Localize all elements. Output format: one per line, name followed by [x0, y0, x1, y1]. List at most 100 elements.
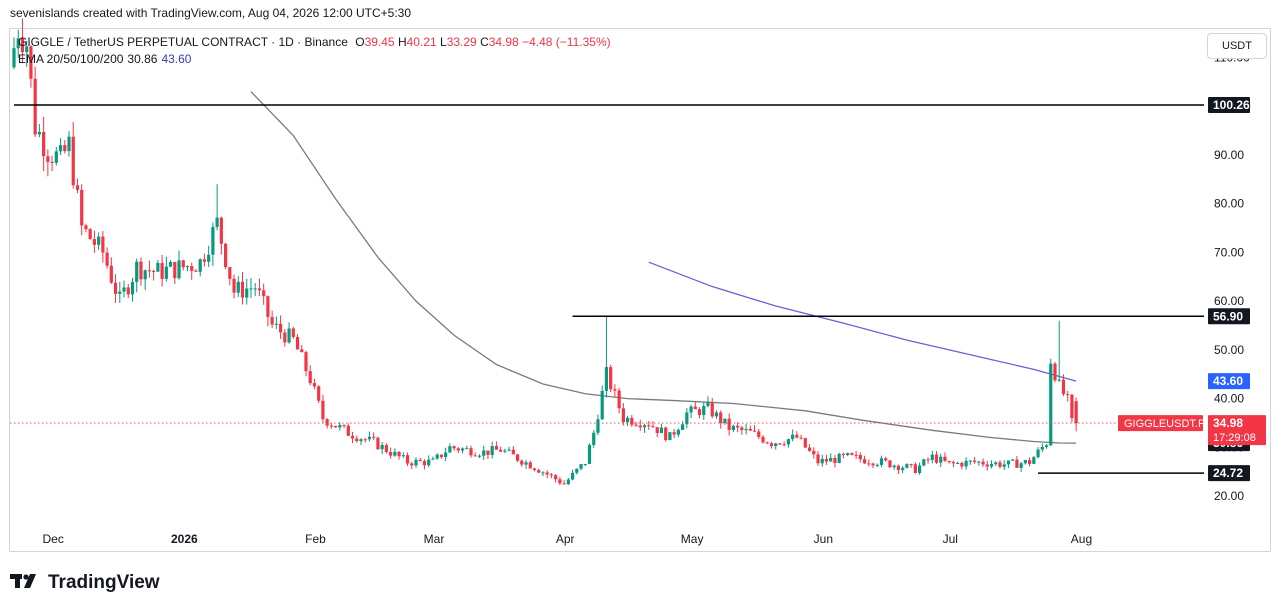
candle[interactable] — [951, 460, 956, 468]
candle[interactable] — [101, 231, 105, 263]
candle[interactable] — [964, 457, 968, 470]
candle[interactable] — [448, 443, 452, 453]
candle[interactable] — [503, 448, 507, 454]
candle[interactable] — [714, 410, 719, 419]
candle[interactable] — [1049, 358, 1053, 447]
candle[interactable] — [520, 459, 524, 467]
candle[interactable] — [249, 278, 253, 298]
candle[interactable] — [1027, 457, 1032, 467]
candle[interactable] — [782, 441, 786, 447]
candle[interactable] — [363, 438, 367, 443]
candle[interactable] — [156, 259, 160, 272]
candle[interactable] — [266, 295, 270, 327]
candle[interactable] — [841, 452, 846, 459]
candle[interactable] — [202, 253, 207, 267]
candle[interactable] — [147, 260, 152, 278]
currency-unit-button[interactable]: USDT — [1207, 33, 1267, 59]
candle[interactable] — [477, 454, 482, 459]
tradingview-logo[interactable]: TradingView — [10, 571, 160, 595]
candle[interactable] — [998, 460, 1002, 469]
candle[interactable] — [609, 364, 613, 392]
candle[interactable] — [105, 247, 109, 269]
candle[interactable] — [930, 450, 934, 464]
candle[interactable] — [719, 410, 723, 429]
candle[interactable] — [1044, 444, 1049, 449]
candle[interactable] — [541, 471, 545, 477]
candle[interactable] — [126, 283, 130, 299]
candle[interactable] — [934, 451, 939, 464]
candle[interactable] — [389, 447, 393, 459]
candle[interactable] — [545, 470, 549, 479]
candle[interactable] — [431, 456, 435, 461]
candle[interactable] — [803, 437, 807, 449]
candle[interactable] — [664, 426, 668, 442]
candle[interactable] — [689, 404, 693, 419]
candle[interactable] — [317, 385, 321, 404]
candle[interactable] — [977, 460, 981, 466]
candle[interactable] — [1032, 455, 1036, 465]
candle[interactable] — [113, 274, 118, 303]
candle[interactable] — [173, 261, 177, 285]
candle[interactable] — [211, 222, 215, 266]
candle[interactable] — [452, 445, 456, 451]
candle[interactable] — [858, 452, 862, 463]
candle[interactable] — [350, 431, 355, 444]
candle[interactable] — [786, 438, 790, 448]
candle[interactable] — [617, 387, 621, 414]
candle[interactable] — [456, 447, 460, 454]
candle[interactable] — [905, 463, 909, 469]
candle[interactable] — [697, 407, 702, 419]
candle[interactable] — [1023, 459, 1027, 465]
candle[interactable] — [917, 462, 922, 475]
candle[interactable] — [422, 459, 427, 470]
candle[interactable] — [816, 451, 820, 466]
candle[interactable] — [1057, 320, 1061, 382]
candle[interactable] — [587, 443, 592, 465]
candle[interactable] — [414, 457, 418, 468]
candle[interactable] — [757, 428, 761, 440]
candle[interactable] — [469, 445, 473, 458]
candle[interactable] — [185, 265, 190, 272]
candle[interactable] — [774, 442, 778, 450]
candle[interactable] — [981, 458, 985, 467]
candle[interactable] — [710, 397, 714, 419]
candle[interactable] — [397, 451, 401, 460]
candle[interactable] — [672, 428, 676, 439]
candle[interactable] — [549, 472, 554, 479]
candle[interactable] — [312, 378, 317, 390]
candle[interactable] — [1070, 393, 1074, 423]
candle[interactable] — [152, 269, 156, 281]
candle[interactable] — [621, 403, 625, 426]
candle[interactable] — [769, 441, 774, 449]
candle[interactable] — [913, 462, 917, 474]
candle[interactable] — [215, 184, 219, 231]
candle[interactable] — [1011, 458, 1015, 462]
candle[interactable] — [92, 230, 97, 253]
candle[interactable] — [634, 421, 638, 427]
candle[interactable] — [1002, 460, 1006, 471]
candle[interactable] — [583, 463, 587, 467]
candle[interactable] — [410, 461, 414, 470]
candle[interactable] — [515, 453, 520, 463]
candle[interactable] — [460, 447, 465, 454]
candle[interactable] — [740, 425, 744, 435]
candle[interactable] — [490, 441, 494, 459]
candle[interactable] — [33, 66, 37, 137]
candle[interactable] — [994, 461, 998, 467]
candle[interactable] — [71, 121, 75, 189]
candle[interactable] — [1006, 460, 1011, 469]
candle[interactable] — [570, 469, 575, 481]
candle[interactable] — [118, 281, 122, 303]
candle[interactable] — [807, 444, 812, 452]
candle[interactable] — [947, 460, 951, 464]
candle[interactable] — [405, 452, 410, 467]
candle[interactable] — [968, 459, 972, 465]
candle[interactable] — [884, 456, 888, 462]
candle[interactable] — [12, 37, 16, 70]
candle[interactable] — [168, 260, 173, 268]
candle[interactable] — [46, 149, 50, 177]
candle[interactable] — [833, 454, 837, 468]
ema-100-line[interactable] — [648, 261, 1077, 382]
candle[interactable] — [295, 334, 300, 350]
candle[interactable] — [824, 454, 829, 465]
